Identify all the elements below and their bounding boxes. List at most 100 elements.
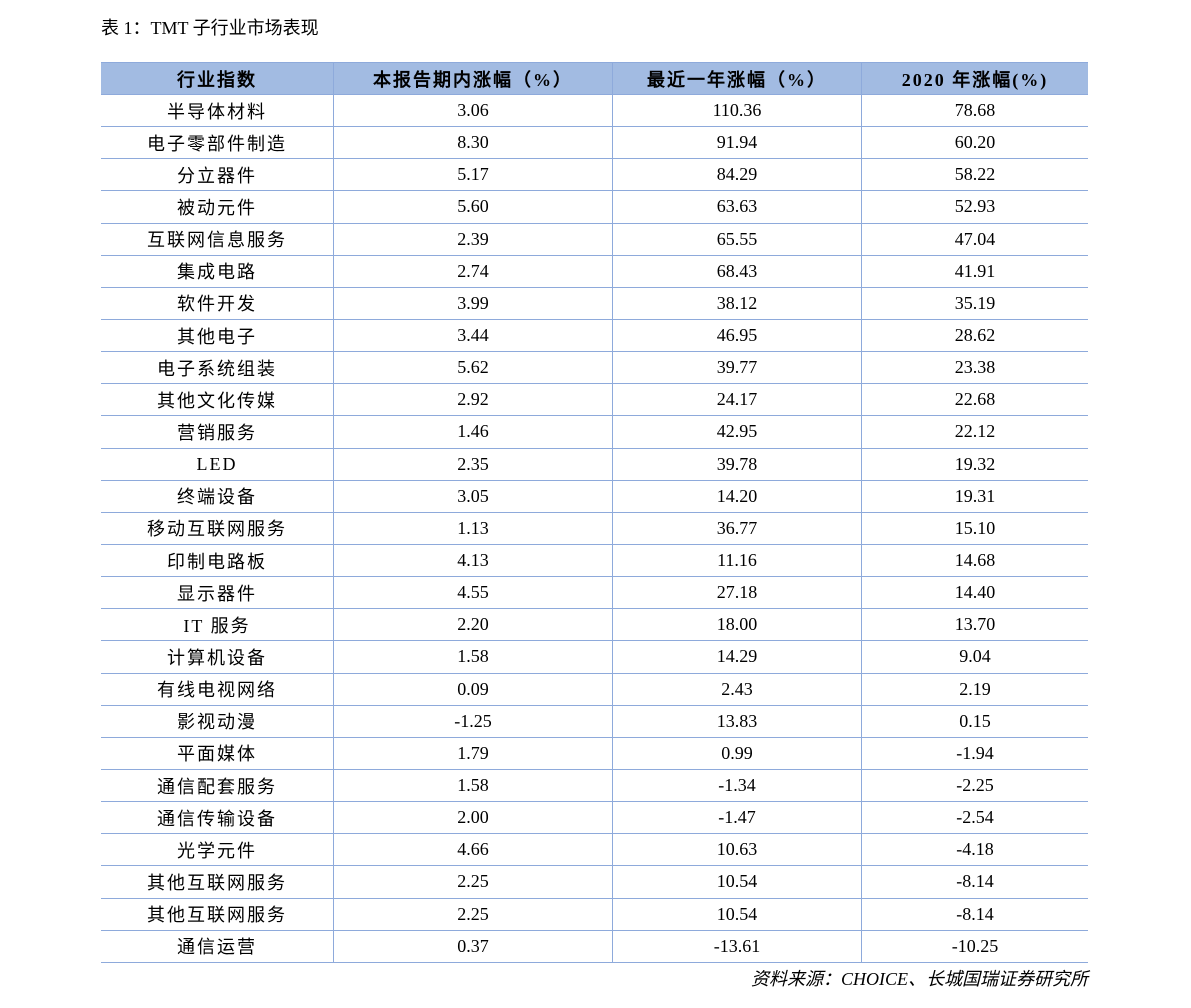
cell-industry-index: 通信传输设备 [157, 808, 277, 829]
cell-one-year-change: 110.36 [612, 95, 861, 127]
cell-2020-change: 23.38 [861, 352, 1088, 384]
cell-period-change: 3.06 [333, 95, 612, 127]
cell-2020-change: 35.19 [861, 287, 1088, 319]
cell-period-change: -1.25 [333, 705, 612, 737]
cell-one-year-change: 65.55 [612, 223, 861, 255]
cell-industry-index: 软件开发 [177, 294, 257, 315]
cell-industry-index: 光学元件 [177, 840, 257, 861]
table-row: IT 服务 2.20 18.00 13.70 [101, 609, 1088, 642]
cell-2020-change: 14.40 [861, 577, 1088, 609]
cell-one-year-change: 91.94 [612, 127, 861, 159]
header-one-year-change: 最近一年涨幅（%） [612, 63, 861, 94]
header-industry-index: 行业指数 [177, 69, 257, 90]
cell-industry-index: 其他文化传媒 [157, 390, 277, 411]
cell-period-change: 3.99 [333, 287, 612, 319]
table-row: 互联网信息服务 2.39 65.55 47.04 [101, 223, 1088, 256]
cell-period-change: 4.13 [333, 544, 612, 577]
cell-period-change: 4.66 [333, 834, 612, 866]
table-row: 平面媒体 1.79 0.99 -1.94 [101, 737, 1088, 770]
source-note: 资料来源：CHOICE、长城国瑞证券研究所 [751, 969, 1088, 989]
cell-period-change: 1.13 [333, 512, 612, 544]
cell-industry-index: 显示器件 [177, 583, 257, 604]
cell-one-year-change: 42.95 [612, 416, 861, 448]
cell-one-year-change: 10.54 [612, 866, 861, 898]
cell-industry-index: 互联网信息服务 [147, 230, 287, 251]
table-row: 电子系统组装 5.62 39.77 23.38 [101, 352, 1088, 385]
cell-period-change: 2.00 [333, 802, 612, 834]
cell-period-change: 8.30 [333, 127, 612, 159]
cell-2020-change: 22.68 [861, 384, 1088, 416]
cell-one-year-change: 46.95 [612, 319, 861, 352]
cell-one-year-change: 0.99 [612, 737, 861, 769]
cell-one-year-change: 10.63 [612, 834, 861, 866]
cell-one-year-change: 63.63 [612, 191, 861, 223]
cell-industry-index: 终端设备 [177, 487, 257, 508]
cell-one-year-change: 84.29 [612, 159, 861, 191]
cell-period-change: 5.17 [333, 159, 612, 191]
cell-2020-change: 28.62 [861, 319, 1088, 352]
cell-2020-change: -2.25 [861, 769, 1088, 802]
cell-industry-index: 计算机设备 [167, 647, 267, 668]
cell-period-change: 0.09 [333, 673, 612, 705]
table-caption: 表 1：TMT 子行业市场表现 [101, 18, 319, 38]
cell-period-change: 2.92 [333, 384, 612, 416]
cell-2020-change: 19.31 [861, 480, 1088, 512]
cell-2020-change: 52.93 [861, 191, 1088, 223]
table-row: 显示器件 4.55 27.18 14.40 [101, 577, 1088, 610]
cell-period-change: 2.39 [333, 223, 612, 255]
cell-period-change: 2.35 [333, 448, 612, 480]
cell-2020-change: 78.68 [861, 95, 1088, 127]
cell-2020-change: 15.10 [861, 512, 1088, 544]
cell-one-year-change: 68.43 [612, 255, 861, 287]
table-row: 分立器件 5.17 84.29 58.22 [101, 159, 1088, 192]
cell-industry-index: LED [196, 453, 238, 474]
table-row: 影视动漫 -1.25 13.83 0.15 [101, 705, 1088, 738]
cell-one-year-change: 14.29 [612, 641, 861, 673]
cell-period-change: 3.44 [333, 319, 612, 352]
cell-industry-index: 移动互联网服务 [147, 519, 287, 540]
cell-2020-change: -4.18 [861, 834, 1088, 866]
table-body: 半导体材料 3.06 110.36 78.68 电子零部件制造 8.30 91.94 60.2… [101, 95, 1088, 963]
cell-industry-index: IT 服务 [183, 615, 251, 636]
cell-one-year-change: -13.61 [612, 930, 861, 962]
cell-one-year-change: 11.16 [612, 544, 861, 577]
cell-industry-index: 集成电路 [177, 262, 257, 283]
cell-period-change: 2.25 [333, 866, 612, 898]
cell-industry-index: 平面媒体 [177, 744, 257, 765]
cell-one-year-change: 2.43 [612, 673, 861, 705]
cell-industry-index: 半导体材料 [167, 101, 267, 122]
table-row: 光学元件 4.66 10.63 -4.18 [101, 834, 1088, 867]
cell-2020-change: 0.15 [861, 705, 1088, 737]
cell-2020-change: 2.19 [861, 673, 1088, 705]
cell-one-year-change: -1.34 [612, 769, 861, 802]
table-row: 被动元件 5.60 63.63 52.93 [101, 191, 1088, 224]
cell-one-year-change: -1.47 [612, 802, 861, 834]
cell-2020-change: 47.04 [861, 223, 1088, 255]
cell-2020-change: 41.91 [861, 255, 1088, 287]
cell-2020-change: 60.20 [861, 127, 1088, 159]
cell-2020-change: 22.12 [861, 416, 1088, 448]
cell-period-change: 0.37 [333, 930, 612, 962]
table-row: 集成电路 2.74 68.43 41.91 [101, 255, 1088, 288]
cell-period-change: 3.05 [333, 480, 612, 512]
cell-2020-change: -8.14 [861, 866, 1088, 898]
cell-2020-change: 14.68 [861, 544, 1088, 577]
cell-2020-change: 58.22 [861, 159, 1088, 191]
cell-one-year-change: 27.18 [612, 577, 861, 609]
cell-period-change: 5.60 [333, 191, 612, 223]
cell-one-year-change: 14.20 [612, 480, 861, 512]
cell-industry-index: 通信运营 [177, 937, 257, 958]
cell-period-change: 2.20 [333, 609, 612, 641]
cell-period-change: 4.55 [333, 577, 612, 609]
cell-industry-index: 印制电路板 [167, 551, 267, 572]
cell-industry-index: 通信配套服务 [157, 776, 277, 797]
table-row: 计算机设备 1.58 14.29 9.04 [101, 641, 1088, 674]
cell-industry-index: 有线电视网络 [157, 680, 277, 701]
cell-period-change: 1.58 [333, 641, 612, 673]
table-row: 其他电子 3.44 46.95 28.62 [101, 319, 1088, 353]
cell-one-year-change: 13.83 [612, 705, 861, 737]
table-row: 软件开发 3.99 38.12 35.19 [101, 287, 1088, 320]
table-row: 通信传输设备 2.00 -1.47 -2.54 [101, 802, 1088, 835]
table-header-row: 行业指数 本报告期内涨幅（%） 最近一年涨幅（%） 2020 年涨幅(%) [101, 62, 1088, 95]
cell-period-change: 1.46 [333, 416, 612, 448]
